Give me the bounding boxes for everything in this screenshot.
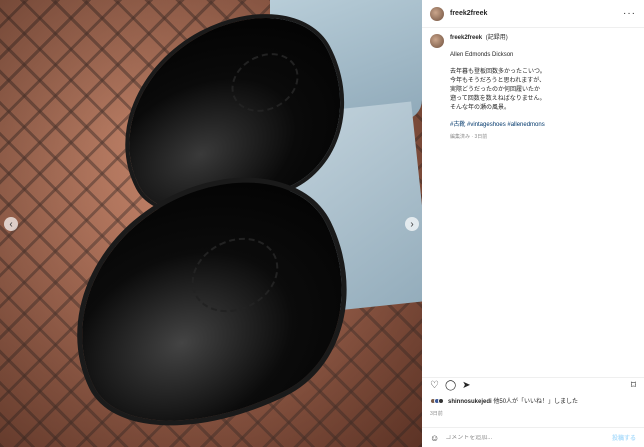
post-date: 3日前 — [430, 411, 443, 417]
chevron-right-icon[interactable]: › — [405, 217, 419, 231]
caption: freek2freek (記録用) Allen Edmonds Dickson … — [422, 28, 644, 148]
post-header: freek2freek ··· — [422, 0, 644, 28]
caption-text: 去年暮も登板回数多かったこいつ。 今年もそうだろうと思われますが、 実際どうだっ… — [450, 68, 636, 113]
post-photo[interactable]: ‹ › — [0, 0, 422, 447]
comment-input[interactable] — [445, 434, 586, 441]
avatar — [438, 397, 444, 404]
comment-icon[interactable]: ◯ — [445, 380, 456, 391]
share-icon[interactable]: ➤ — [462, 380, 470, 391]
likes-rest: 他50人が「いいね！」しました — [493, 399, 579, 405]
caption-line: 去年暮も登板回数多かったこいつ。 — [450, 69, 546, 75]
avatar[interactable] — [430, 34, 444, 48]
caption-line: 今年もそうだろうと思われますが、 — [450, 78, 546, 84]
heart-icon[interactable]: ♡ — [430, 380, 439, 391]
caption-line: そんな年の瀬の風景。 — [450, 105, 511, 111]
caption-line: 遡って回数を数えねばなりません。 — [450, 96, 546, 102]
caption-tag: (記録用) — [485, 35, 508, 41]
caption-username[interactable]: freek2freek — [450, 35, 482, 41]
header-username[interactable]: freek2freek — [450, 10, 487, 17]
avatar[interactable] — [430, 6, 444, 21]
likes-summary[interactable]: shinnosukejedi 他50人が「いいね！」しました — [422, 396, 644, 405]
emoji-icon[interactable]: ☺ — [430, 433, 439, 443]
chevron-left-icon[interactable]: ‹ — [4, 217, 18, 231]
caption-line: 実際どうだったのか何回履いたか — [450, 87, 541, 93]
caption-username-line: freek2freek (記録用) — [450, 34, 636, 43]
likes-text: shinnosukejedi 他50人が「いいね！」しました — [448, 396, 578, 405]
hashtags[interactable]: #古靴 #vintageshoes #allenedmons — [450, 121, 636, 130]
likes-username[interactable]: shinnosukejedi — [448, 399, 492, 405]
more-horizontal-icon[interactable]: ··· — [623, 8, 636, 19]
caption-title: Allen Edmonds Dickson — [450, 52, 514, 58]
post-side-panel: freek2freek ··· freek2freek (記録用) Allen … — [422, 0, 644, 447]
comment-bar: ☺ 投稿する — [422, 427, 644, 447]
bookmark-icon[interactable]: ⌑ — [631, 380, 636, 391]
caption-meta: 編集済み · 3日前 — [450, 134, 488, 140]
post-comment-button[interactable]: 投稿する — [612, 433, 636, 442]
action-bar: ♡ ◯ ➤ ⌑ — [422, 377, 644, 393]
